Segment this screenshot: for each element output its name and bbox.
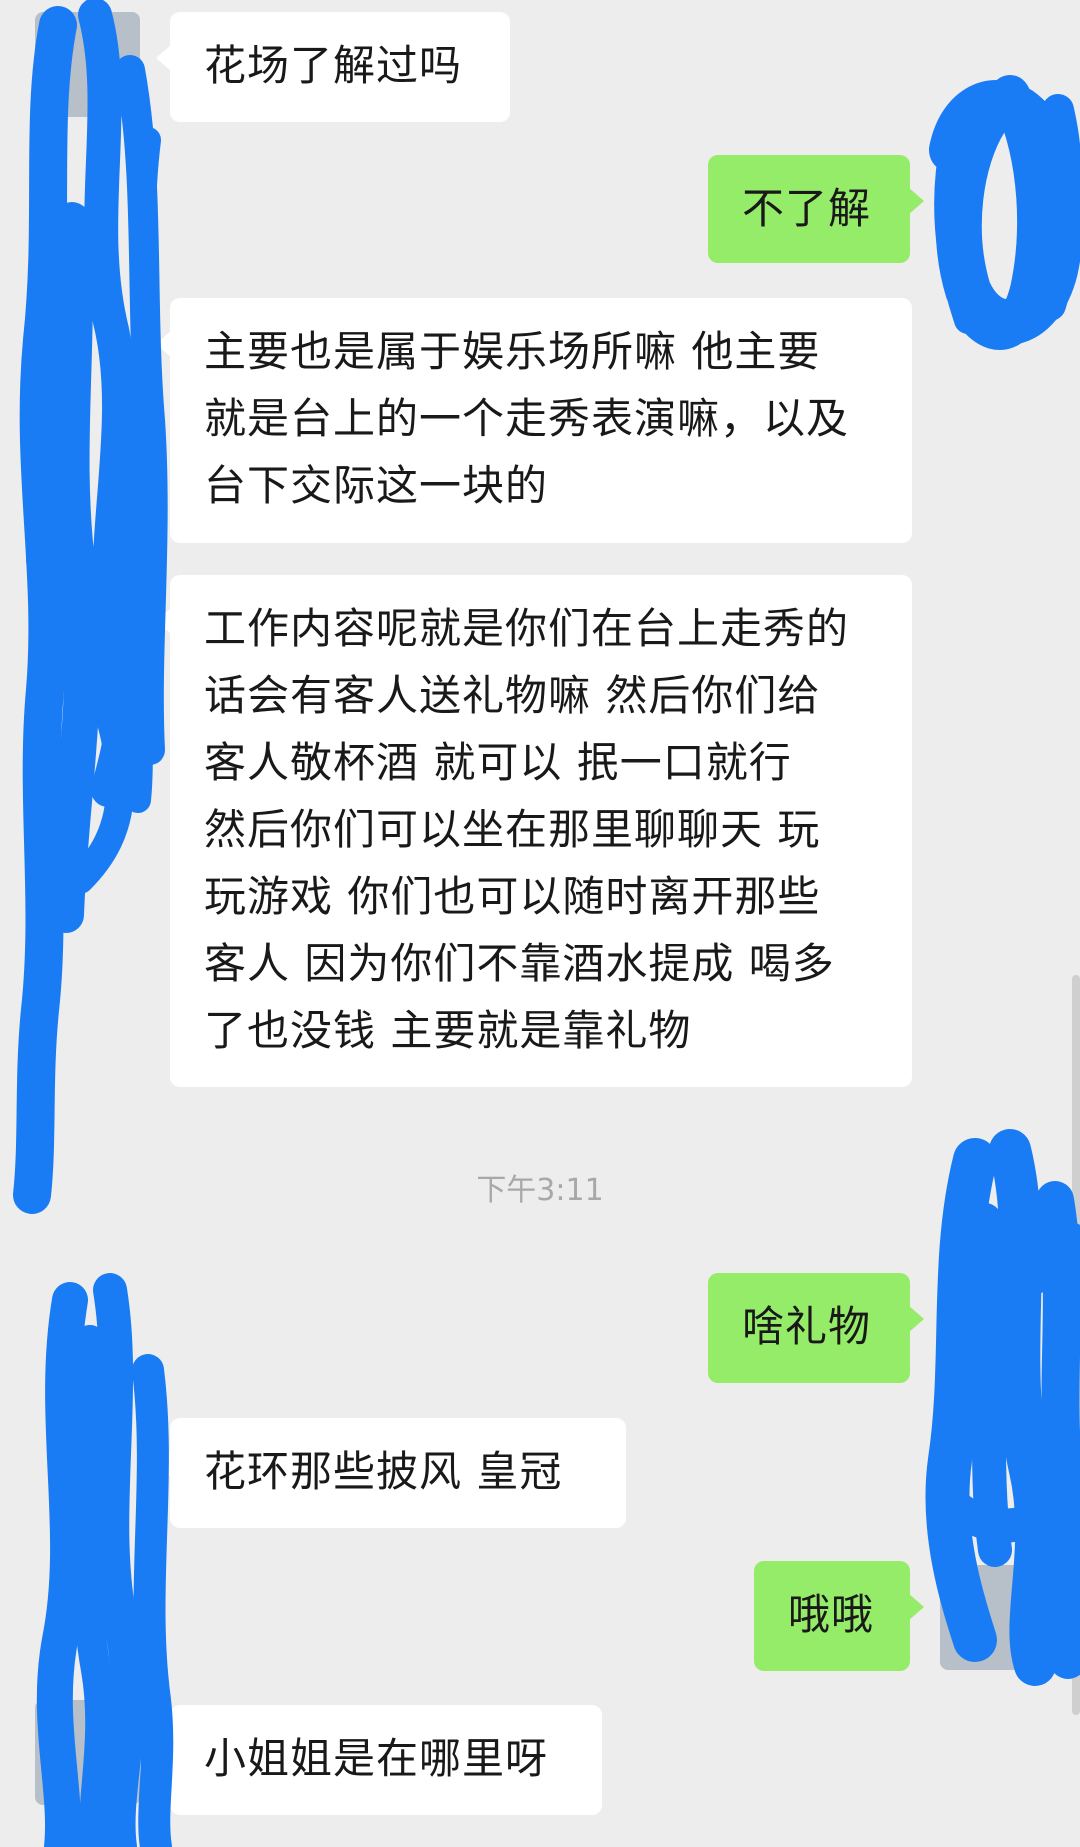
message-bubble-incoming[interactable]: 工作内容呢就是你们在台上走秀的 话会有客人送礼物嘛 然后你们给 客人敬杯酒 就可…	[156, 575, 912, 1087]
message-timestamp: 下午3:11	[476, 1173, 604, 1208]
message-bubble-outgoing[interactable]: 啥礼物	[708, 1273, 924, 1383]
scrollbar[interactable]	[1072, 975, 1080, 1715]
my-avatar[interactable]	[940, 1565, 1045, 1670]
message-bubble-incoming[interactable]: 主要也是属于娱乐场所嘛 他主要 就是台上的一个走秀表演嘛，以及 台下交际这一块的	[156, 298, 912, 543]
contact-avatar[interactable]	[35, 575, 140, 680]
message-bubble-outgoing[interactable]: 哦哦	[754, 1561, 924, 1671]
contact-avatar[interactable]	[35, 12, 140, 117]
contact-avatar[interactable]	[35, 1700, 140, 1805]
message-bubble-incoming[interactable]: 花环那些披风 皇冠	[156, 1418, 626, 1528]
message-bubble-outgoing[interactable]: 不了解	[708, 155, 924, 263]
message-bubble-incoming[interactable]: 花场了解过吗	[156, 12, 510, 122]
message-bubble-incoming[interactable]: 小姐姐是在哪里呀	[156, 1705, 602, 1815]
chat-conversation[interactable]: 花场了解过吗 不了解 主要也是属于娱乐场所嘛 他主要 就是台上的一个走秀表演嘛，…	[0, 0, 1080, 1847]
